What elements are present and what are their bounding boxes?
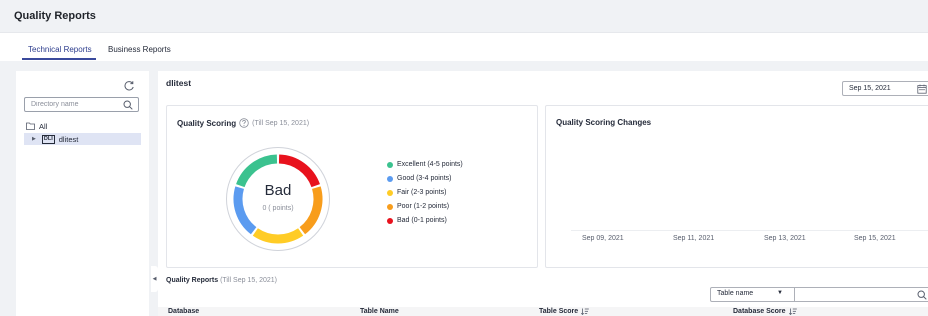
directory-sidebar: All ▶ DLI dlitest	[16, 71, 149, 316]
x-axis-line	[571, 230, 928, 231]
reports-table-header: Database Table Name Table Score Database…	[158, 307, 928, 316]
page-title: Quality Reports	[14, 10, 96, 22]
table-filter-input[interactable]	[799, 289, 909, 300]
column-header-label: Table Name	[360, 308, 399, 315]
date-picker-value: Sep 15, 2021	[849, 85, 891, 92]
directory-search	[24, 97, 139, 112]
database-title: dlitest	[166, 78, 192, 88]
legend-label: Good (3-4 points)	[397, 175, 452, 182]
quality-reports-label: Quality Reports	[166, 277, 219, 284]
quality-scoring-subtitle: (Till Sep 15, 2021)	[252, 119, 310, 127]
legend-label: Excellent (4-5 points)	[397, 161, 463, 168]
column-header-database-score[interactable]: Database Score	[733, 308, 797, 315]
tab-business-reports[interactable]: Business Reports	[108, 45, 171, 54]
quality-grade: Bad	[264, 182, 292, 199]
calendar-icon[interactable]	[917, 84, 927, 94]
quality-scoring-label: Quality Scoring	[177, 118, 237, 128]
date-picker[interactable]: Sep 15, 2021	[842, 81, 928, 96]
legend-dot-icon	[387, 175, 393, 182]
column-header-table-name[interactable]: Table Name	[360, 308, 399, 315]
column-header-label: Table Score	[539, 308, 579, 315]
refresh-icon[interactable]	[123, 80, 135, 92]
legend-dot-icon	[387, 161, 393, 168]
directory-search-input[interactable]	[31, 99, 119, 110]
page-header: Quality Reports	[0, 0, 928, 33]
sort-icon[interactable]	[581, 308, 589, 315]
legend-item-good: Good (3-4 points)	[387, 175, 451, 182]
x-axis-label: Sep 11, 2021	[673, 235, 715, 242]
filter-select-value: Table name	[717, 290, 754, 297]
search-icon[interactable]	[917, 290, 927, 300]
column-header-database[interactable]: Database	[168, 308, 199, 315]
quality-scoring-title: Quality Scoring (Till Sep 15, 2021)	[177, 118, 309, 128]
column-header-label: Database Score	[733, 308, 786, 315]
folder-icon	[26, 122, 35, 130]
help-icon[interactable]	[239, 118, 249, 128]
collapse-sidebar-handle[interactable]: ◀	[151, 266, 158, 292]
legend-item-bad: Bad (0-1 points)	[387, 217, 447, 224]
tree-item-dlitest[interactable]: ▶ DLI dlitest	[24, 133, 141, 145]
x-axis-label: Sep 13, 2021	[764, 235, 806, 242]
legend-dot-icon	[387, 203, 393, 210]
legend-item-excellent: Excellent (4-5 points)	[387, 161, 463, 168]
legend-label: Bad (0-1 points)	[397, 217, 447, 224]
x-axis-label: Sep 09, 2021	[582, 235, 624, 242]
quality-scoring-card: Quality Scoring (Till Sep 15, 2021) Bad …	[166, 105, 538, 268]
active-tab-indicator	[22, 58, 96, 60]
legend-label: Fair (2-3 points)	[397, 189, 447, 196]
table-filter: Table name ▼	[710, 287, 928, 302]
search-icon[interactable]	[123, 100, 133, 110]
column-header-label: Database	[168, 308, 200, 315]
legend-label: Poor (1-2 points)	[397, 203, 450, 210]
sort-icon[interactable]	[788, 308, 797, 315]
report-tabs: Technical Reports Business Reports	[0, 34, 928, 60]
column-header-table-score[interactable]: Table Score	[539, 308, 589, 315]
expand-caret-icon[interactable]: ▶	[32, 136, 36, 142]
tree-root-all[interactable]: All	[26, 121, 47, 131]
tree-root-label: All	[39, 121, 48, 131]
quality-reports-subtitle: (Till Sep 15, 2021)	[220, 277, 278, 284]
donut-chart	[226, 147, 330, 251]
x-axis-labels: Sep 09, 2021 Sep 11, 2021 Sep 13, 2021 S…	[546, 235, 928, 245]
chevron-down-icon: ▼	[777, 290, 783, 296]
x-axis-label: Sep 15, 2021	[854, 235, 896, 242]
quality-scoring-changes-card: Quality Scoring Changes Sep 09, 2021 Sep…	[545, 105, 928, 268]
content-area: All ▶ DLI dlitest ◀ dlitest Sep 15, 2021	[0, 61, 928, 316]
tree-item-label: dlitest	[58, 134, 79, 144]
legend-item-fair: Fair (2-3 points)	[387, 189, 446, 196]
legend-dot-icon	[387, 217, 393, 224]
tab-technical-reports[interactable]: Technical Reports	[28, 45, 92, 54]
legend-item-poor: Poor (1-2 points)	[387, 203, 449, 210]
dli-badge: DLI	[41, 134, 55, 144]
filter-field-select[interactable]: Table name ▼	[711, 288, 795, 301]
quality-score-donut: Bad 0 ( points)	[225, 146, 331, 252]
quality-reports-heading: Quality Reports (Till Sep 15, 2021)	[166, 277, 277, 284]
quality-changes-title: Quality Scoring Changes	[556, 118, 652, 127]
donut-segment-fair	[252, 228, 304, 244]
legend-dot-icon	[387, 189, 393, 196]
report-main-panel: dlitest Sep 15, 2021 Quality Scoring (Ti…	[158, 71, 928, 316]
quality-points: 0 ( points)	[262, 205, 294, 212]
